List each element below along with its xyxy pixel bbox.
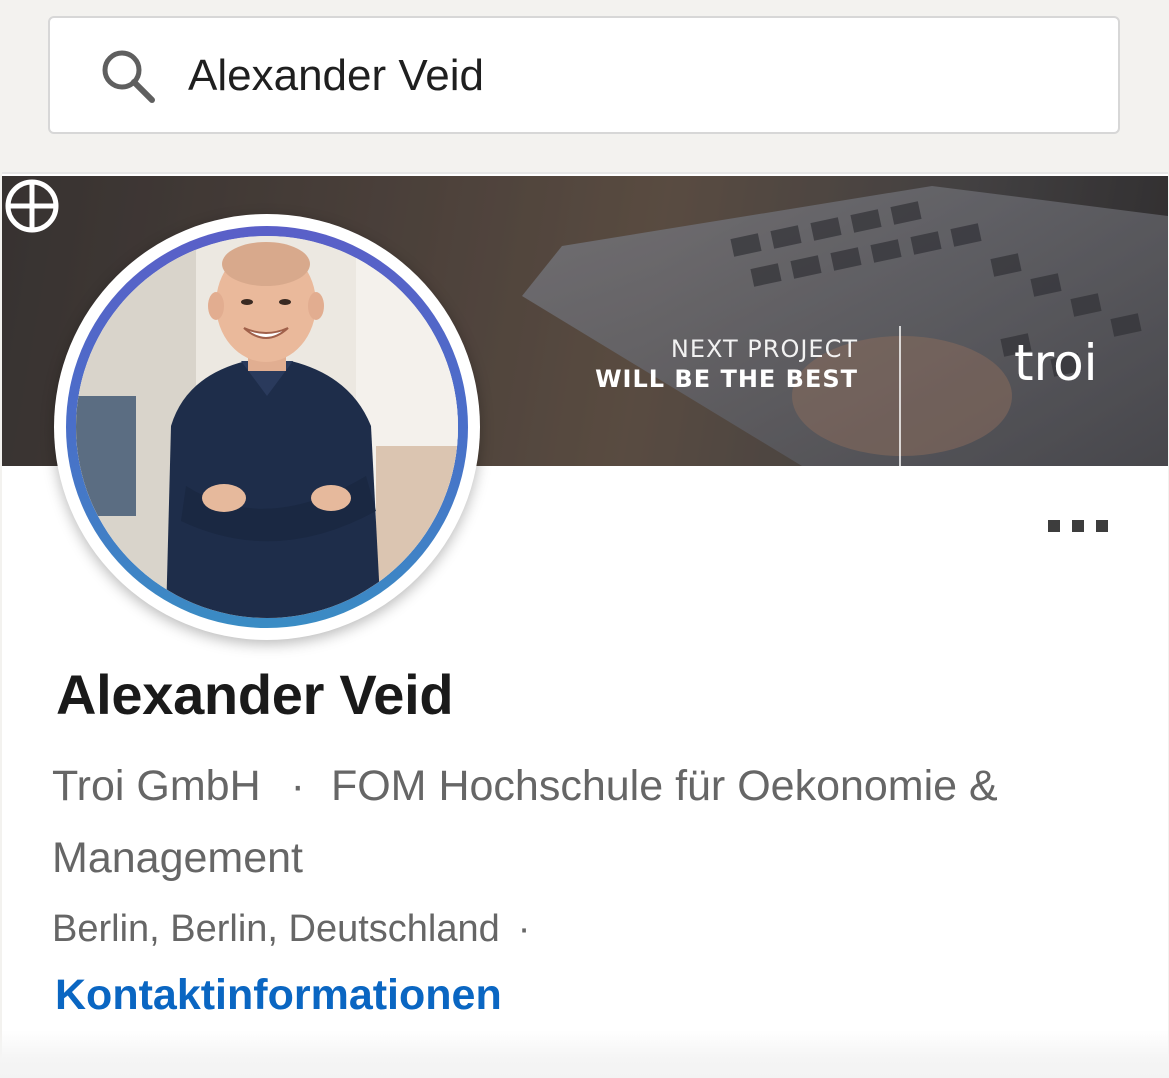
search-input[interactable] — [188, 34, 1068, 118]
profile-name: Alexander Veid — [56, 663, 454, 726]
banner-divider — [899, 326, 901, 466]
profile-page: NEXT PROJECT WILL BE THE BEST troi — [0, 0, 1169, 1078]
headline-separator: · — [290, 762, 305, 810]
banner-slogan-line2: WILL BE THE BEST — [595, 365, 858, 393]
company-name: Troi GmbH — [52, 762, 261, 810]
avatar[interactable] — [76, 236, 458, 618]
banner-slogan-line1: NEXT PROJECT — [670, 335, 858, 363]
avatar-photo — [76, 236, 458, 618]
profile-location: Berlin, Berlin, Deutschland · — [52, 906, 530, 952]
search-icon[interactable] — [98, 46, 158, 106]
location-text: Berlin, Berlin, Deutschland — [52, 908, 500, 950]
contact-info-link[interactable]: Kontaktinformationen — [55, 968, 502, 1022]
banner-slogan: NEXT PROJECT WILL BE THE BEST — [595, 334, 858, 394]
troi-logo-text: troi — [1014, 334, 1098, 392]
bottom-fade — [0, 1030, 1169, 1078]
more-horizontal-icon[interactable] — [1046, 518, 1112, 532]
location-separator: · — [517, 908, 531, 950]
troi-logo-icon — [5, 179, 59, 233]
profile-headline: Troi GmbH · FOM Hochschule für Oekonomie &… — [52, 750, 1112, 894]
